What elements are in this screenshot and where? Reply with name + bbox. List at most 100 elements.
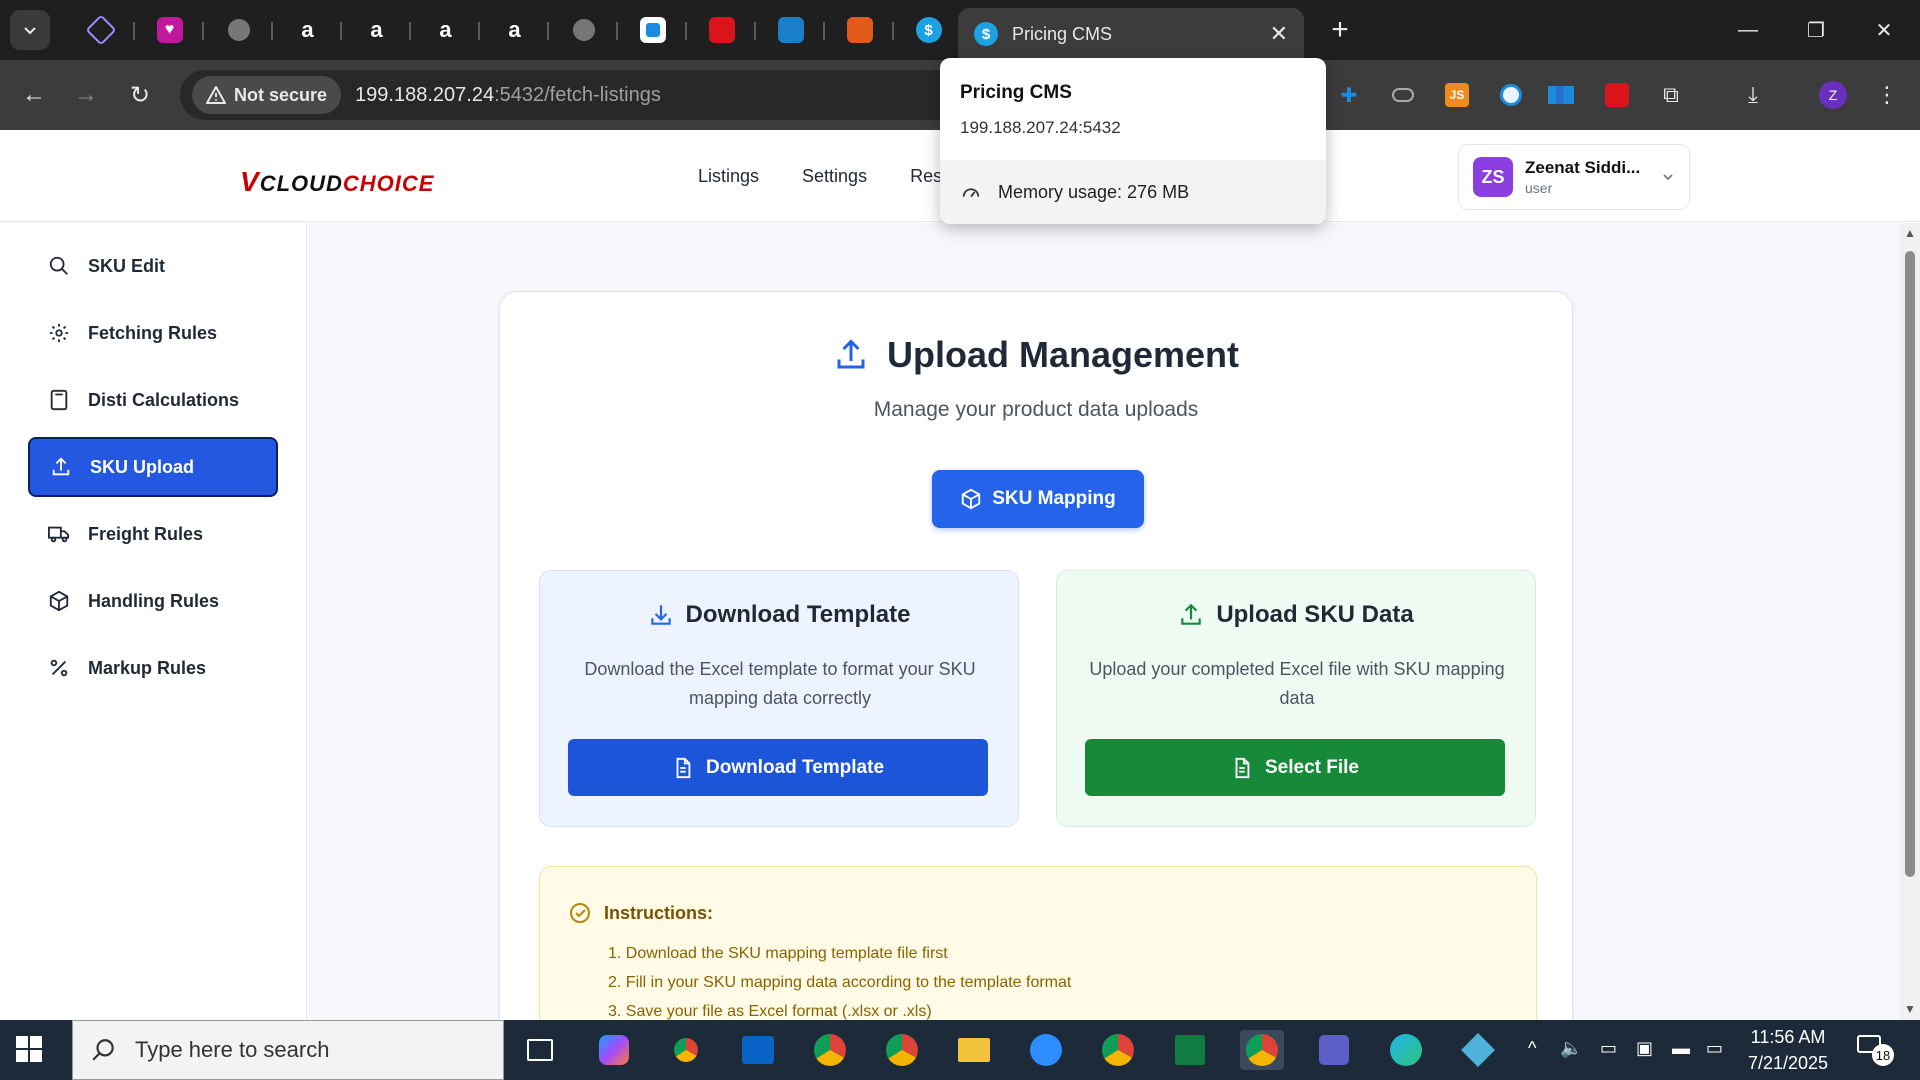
app-icon[interactable] — [1456, 1030, 1500, 1070]
tab-hover-card: Pricing CMS 199.188.207.24:5432 Memory u… — [940, 58, 1326, 224]
dollar-icon: $ — [915, 17, 942, 43]
extension-icon[interactable] — [1388, 80, 1418, 110]
extension-icon[interactable] — [1496, 80, 1526, 110]
copilot-icon[interactable] — [592, 1030, 636, 1070]
upload-sku-panel: Upload SKU Data Upload your completed Ex… — [1056, 570, 1536, 827]
top-nav: Listings Settings Rese — [698, 166, 952, 187]
chevron-up-icon[interactable]: ^ — [1528, 1038, 1536, 1059]
pinned-tab[interactable] — [549, 12, 618, 48]
tray-icon[interactable]: ▣ — [1636, 1038, 1653, 1059]
pinned-tab[interactable] — [825, 12, 894, 48]
instructions-title-text: Instructions: — [604, 902, 714, 923]
search-icon — [49, 256, 68, 275]
reload-button[interactable]: ↻ — [122, 77, 158, 113]
pinned-tab[interactable]: a — [411, 12, 480, 48]
pinned-tab[interactable] — [66, 12, 135, 48]
pinned-tab[interactable] — [204, 12, 273, 48]
page-title-text: Upload Management — [886, 334, 1240, 375]
brand-logo[interactable]: VCLOUDCHOICE — [240, 166, 434, 198]
user-role: user — [1525, 180, 1553, 196]
user-name: Zeenat Siddi... — [1525, 158, 1641, 177]
chrome-icon[interactable] — [664, 1030, 708, 1070]
extension-icon[interactable] — [1546, 80, 1576, 110]
active-browser-tab[interactable]: $ Pricing CMS ✕ — [958, 8, 1304, 60]
sidebar-item-disti-calculations[interactable]: Disti Calculations — [28, 370, 278, 430]
forward-button[interactable]: → — [68, 77, 104, 113]
start-button[interactable] — [14, 1034, 54, 1070]
page-scrollbar[interactable]: ▲ ▼ — [1900, 223, 1920, 1020]
taskbar-clock[interactable]: 11:56 AM 7/21/2025 — [1728, 1024, 1848, 1076]
tab-search-button[interactable] — [10, 10, 50, 50]
sidebar-item-handling-rules[interactable]: Handling Rules — [28, 571, 278, 631]
extension-icon[interactable] — [1602, 80, 1632, 110]
restore-button[interactable]: ❐ — [1788, 12, 1844, 48]
sidebar-item-label: Fetching Rules — [88, 322, 218, 343]
chrome-icon[interactable] — [880, 1030, 924, 1070]
taskbar-search[interactable]: Type here to search — [72, 1020, 504, 1080]
pinned-tab[interactable]: $ — [894, 12, 963, 48]
pinned-tab[interactable]: a — [273, 12, 342, 48]
chrome-icon[interactable] — [1240, 1030, 1284, 1070]
chrome-icon[interactable] — [808, 1030, 852, 1070]
teams-icon[interactable] — [1312, 1030, 1356, 1070]
download-template-label: Download Template — [705, 756, 885, 778]
sidebar-item-freight-rules[interactable]: Freight Rules — [28, 504, 278, 564]
file-explorer-icon[interactable] — [952, 1030, 996, 1070]
pinned-tab[interactable]: a — [342, 12, 411, 48]
nav-settings[interactable]: Settings — [802, 166, 867, 187]
menu-icon[interactable]: ⋮ — [1872, 80, 1902, 110]
back-button[interactable]: ← — [16, 77, 52, 113]
select-file-label: Select File — [1265, 756, 1359, 778]
volume-icon[interactable]: 🔈 — [1560, 1038, 1582, 1059]
task-view-icon[interactable] — [518, 1030, 562, 1070]
battery-icon[interactable]: ▬ — [1672, 1038, 1690, 1059]
clock-time: 11:56 AM — [1750, 1027, 1826, 1047]
minimize-button[interactable]: — — [1720, 12, 1776, 48]
taskbar-search-placeholder: Type here to search — [135, 1037, 330, 1062]
user-menu[interactable]: ZS Zeenat Siddi... user — [1458, 144, 1690, 210]
pinned-tab[interactable]: ♥ — [135, 12, 204, 48]
package-icon — [49, 590, 69, 612]
scroll-down-icon[interactable]: ▼ — [1904, 1003, 1916, 1015]
sku-mapping-button[interactable]: SKU Mapping — [932, 470, 1144, 528]
close-icon[interactable]: ✕ — [1270, 21, 1288, 47]
download-template-button[interactable]: Download Template — [568, 739, 988, 796]
download-panel-title: Download Template — [540, 601, 1018, 629]
edge-icon[interactable] — [1384, 1030, 1428, 1070]
download-icon[interactable]: ⤓ — [1738, 80, 1768, 110]
scroll-up-icon[interactable]: ▲ — [1904, 227, 1916, 239]
close-window-button[interactable]: ✕ — [1856, 12, 1912, 48]
notifications-button[interactable]: 18 — [1856, 1034, 1896, 1066]
scroll-thumb[interactable] — [1905, 251, 1915, 877]
hover-card-url: 199.188.207.24:5432 — [960, 118, 1121, 137]
sidebar-item-label: SKU Upload — [90, 456, 195, 477]
sidebar-item-sku-edit[interactable]: SKU Edit — [28, 236, 278, 296]
app-icon — [777, 17, 804, 43]
check-circle-icon — [570, 903, 590, 923]
nav-listings[interactable]: Listings — [698, 166, 759, 187]
new-tab-button[interactable]: + — [1322, 12, 1358, 48]
pinned-tab[interactable] — [618, 12, 687, 48]
security-chip[interactable]: Not secure — [192, 76, 342, 114]
excel-icon[interactable] — [1168, 1030, 1212, 1070]
sidebar-item-fetching-rules[interactable]: Fetching Rules — [28, 303, 278, 363]
outlook-icon[interactable] — [736, 1030, 780, 1070]
select-file-button[interactable]: Select File — [1085, 739, 1505, 796]
globe-icon — [227, 19, 250, 41]
pinned-tab[interactable] — [756, 12, 825, 48]
address-bar[interactable]: Not secure 199.188.207.24:5432/fetch-lis… — [180, 70, 960, 120]
profile-avatar[interactable]: Z — [1818, 80, 1848, 110]
zoom-icon[interactable] — [1024, 1030, 1068, 1070]
pinned-tab[interactable]: a — [480, 12, 549, 48]
tray-icon[interactable]: ▭ — [1600, 1038, 1617, 1059]
network-icon[interactable]: ▭ — [1706, 1038, 1723, 1059]
pinned-tab[interactable] — [687, 12, 756, 48]
sidebar-item-sku-upload[interactable]: SKU Upload — [28, 437, 278, 497]
sidebar-item-markup-rules[interactable]: Markup Rules — [28, 638, 278, 698]
extension-icon[interactable]: ✚ — [1334, 80, 1364, 110]
extensions-puzzle-icon[interactable]: ⧉ — [1656, 80, 1686, 110]
chrome-icon[interactable] — [1096, 1030, 1140, 1070]
instructions-box: Instructions: 1. Download the SKU mappin… — [539, 866, 1537, 1020]
extension-icon[interactable]: JS — [1442, 80, 1472, 110]
sidebar-item-label: SKU Edit — [88, 255, 166, 276]
